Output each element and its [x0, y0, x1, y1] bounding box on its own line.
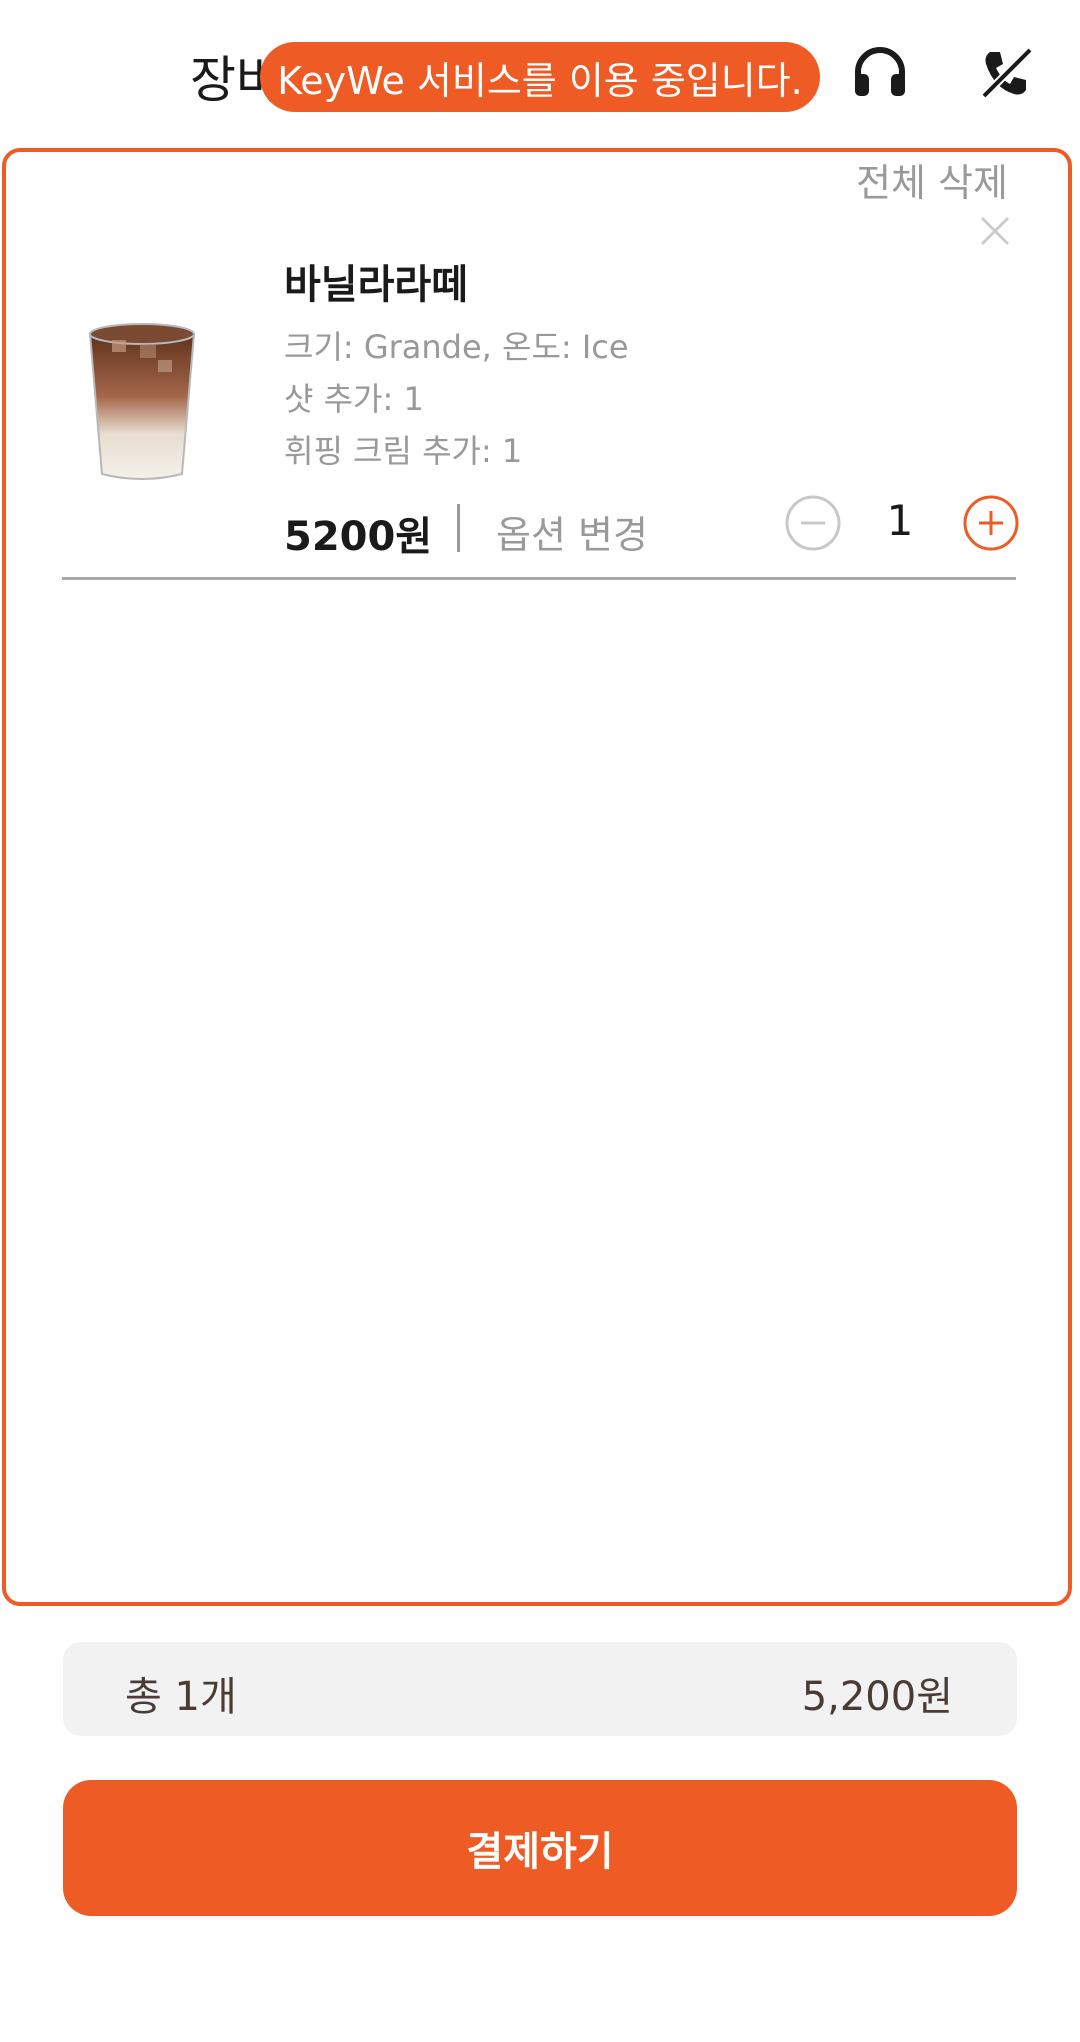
decrease-quantity-button[interactable]	[784, 494, 842, 552]
increase-quantity-button[interactable]	[962, 494, 1020, 552]
minus-circle-icon	[785, 495, 841, 551]
delete-all-button[interactable]: 전체 삭제	[856, 152, 1008, 207]
item-name: 바닐라라떼	[284, 262, 468, 308]
change-option-button[interactable]: 옵션 변경	[496, 504, 648, 559]
service-status-banner: KeyWe 서비스를 이용 중입니다.	[260, 42, 820, 112]
item-option-size-temp: 크기: Grande, 온도: Ice	[284, 328, 629, 366]
plus-circle-icon	[963, 495, 1019, 551]
item-price: 5200원	[284, 514, 433, 560]
remove-item-icon[interactable]	[976, 212, 1014, 250]
order-summary-bar: 총 1개 5,200원	[63, 1642, 1017, 1736]
item-quantity: 1	[886, 496, 914, 545]
item-option-shot: 샷 추가: 1	[284, 380, 424, 418]
price-divider	[457, 504, 460, 552]
headset-icon[interactable]	[850, 42, 910, 102]
total-amount: 5,200원	[801, 1674, 953, 1720]
total-count: 총 1개	[125, 1674, 237, 1720]
header: 장바구니 KeyWe 서비스를 이용 중입니다.	[0, 0, 1080, 148]
call-off-icon[interactable]	[976, 42, 1036, 102]
iced-latte-image	[86, 320, 198, 484]
item-divider	[62, 577, 1016, 580]
item-option-whipped-cream: 휘핑 크림 추가: 1	[284, 432, 523, 470]
checkout-button[interactable]: 결제하기	[63, 1780, 1017, 1916]
